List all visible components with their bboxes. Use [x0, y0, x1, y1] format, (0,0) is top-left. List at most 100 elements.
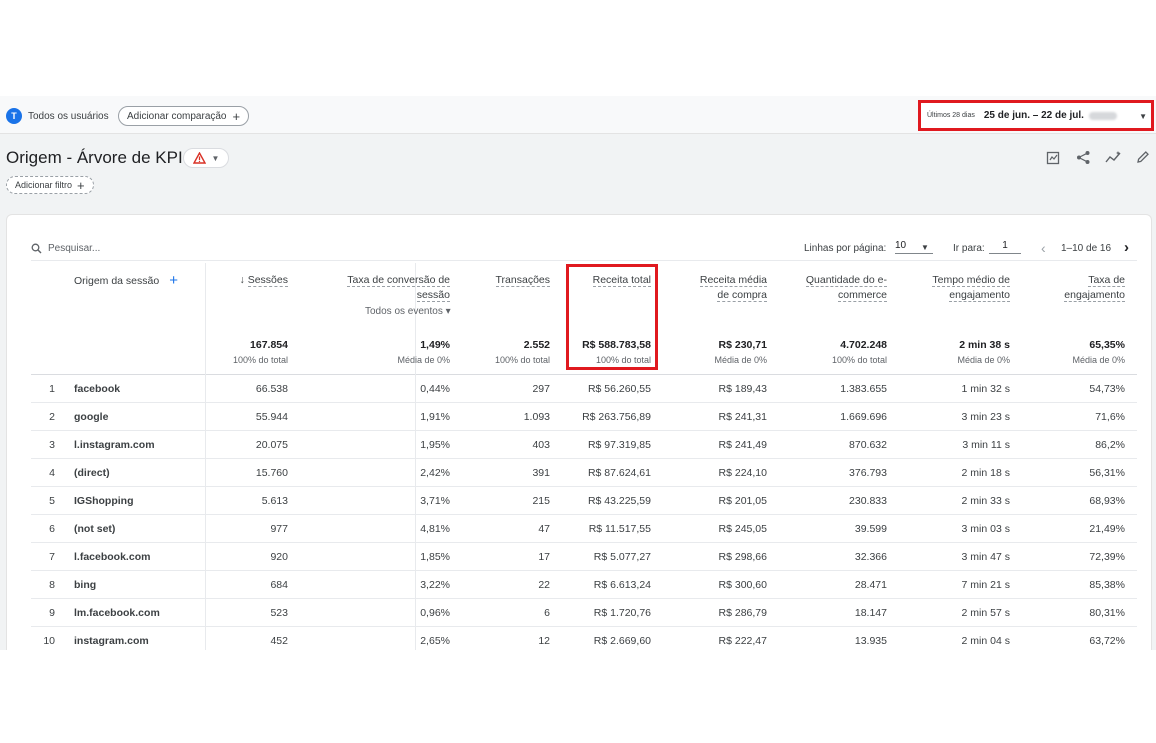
row-index: 6	[49, 523, 55, 535]
table-row[interactable]: 9 lm.facebook.com 523 0,96% 6 R$ 1.720,76 R$ 2…	[31, 599, 1137, 627]
data-table: Origem da sessão + ↓ Sessões 167.854 100% …	[31, 263, 1137, 650]
row-index: 10	[43, 635, 55, 647]
goto-page-input[interactable]: 1	[989, 240, 1021, 254]
pencil-icon[interactable]	[1134, 148, 1152, 166]
insights-icon[interactable]	[1104, 148, 1122, 166]
column-header[interactable]: ↓ Sessões	[213, 273, 288, 288]
report-tools	[1044, 148, 1152, 166]
cell-value: 18.147	[854, 607, 887, 619]
row-index: 1	[49, 383, 55, 395]
caret-down-icon: ▼	[921, 243, 929, 252]
cell-value: R$ 43.225,59	[587, 495, 651, 507]
column-header[interactable]: Quantidade do e-commerce	[791, 273, 887, 303]
cell-value: 80,31%	[1089, 607, 1125, 619]
warning-dropdown[interactable]: ▼	[183, 148, 229, 168]
cell-value: R$ 1.720,76	[593, 607, 651, 619]
cell-value: 0,44%	[420, 383, 450, 395]
plus-icon: +	[232, 108, 241, 124]
cell-value: R$ 56.260,55	[587, 383, 651, 395]
edit-report-icon[interactable]	[1044, 148, 1062, 166]
cell-value: 684	[270, 579, 288, 591]
cell-value: 32.366	[854, 551, 887, 563]
add-filter-button[interactable]: Adicionar filtro +	[6, 176, 94, 194]
cell-value: 977	[270, 523, 288, 535]
table-row[interactable]: 6 (not set) 977 4,81% 47 R$ 11.517,55 R$ 245,0…	[31, 515, 1137, 543]
column-total-percent: 100% do total	[831, 355, 887, 365]
page-title: Origem - Árvore de KPI	[6, 148, 183, 167]
cell-value: 2 min 33 s	[961, 495, 1010, 507]
column-total: 2 min 38 s	[959, 339, 1010, 351]
column-header[interactable]: Tempo médio de engajamento	[911, 273, 1010, 303]
cell-value: 28.471	[854, 579, 887, 591]
date-range-label: 25 de jun. – 22 de jul.	[983, 110, 1084, 121]
cell-value: 1.383.655	[840, 383, 887, 395]
report-header: Origem - Árvore de KPI ▼ Adicionar filtr…	[0, 134, 1156, 214]
report-card: Pesquisar... Linhas por página: 10 ▼ Ir …	[6, 214, 1152, 650]
table-row[interactable]: 3 l.instagram.com 20.075 1,95% 403 R$ 97.319,…	[31, 431, 1137, 459]
add-dimension-icon[interactable]: +	[169, 273, 178, 288]
cell-value: R$ 97.319,85	[587, 439, 651, 451]
table-row[interactable]: 2 google 55.944 1,91% 1.093 R$ 263.756,89 R$ 2…	[31, 403, 1137, 431]
column-header[interactable]: Transações	[477, 273, 550, 288]
cell-value: 86,2%	[1095, 439, 1125, 451]
cell-value: 72,39%	[1089, 551, 1125, 563]
cell-value: 2 min 18 s	[961, 467, 1010, 479]
session-source: google	[74, 411, 109, 423]
add-comparison-label: Adicionar comparação	[127, 110, 227, 122]
cell-value: 920	[270, 551, 288, 563]
table-row[interactable]: 8 bing 684 3,22% 22 R$ 6.613,24 R$ 300,60 28.47…	[31, 571, 1137, 599]
cell-value: 215	[532, 495, 550, 507]
row-index: 7	[49, 551, 55, 563]
caret-down-icon: ▼	[211, 153, 220, 163]
dimension-header[interactable]: Origem da sessão +	[74, 273, 178, 288]
session-source: l.facebook.com	[74, 551, 151, 563]
session-source: (direct)	[74, 467, 110, 479]
cell-value: 376.793	[849, 467, 887, 479]
previous-page-icon[interactable]: ‹	[1041, 240, 1046, 256]
row-index: 3	[49, 439, 55, 451]
cell-value: 0,96%	[420, 607, 450, 619]
column-header[interactable]: Receita total	[571, 273, 651, 288]
table-row[interactable]: 1 facebook 66.538 0,44% 297 R$ 56.260,55 R$ 18…	[31, 375, 1137, 403]
next-page-icon[interactable]: ›	[1124, 239, 1129, 256]
user-segment-chip[interactable]: T Todos os usuários	[6, 106, 109, 126]
cell-value: R$ 6.613,24	[593, 579, 651, 591]
session-source: IGShopping	[74, 495, 134, 507]
dimension-header-label: Origem da sessão	[74, 274, 160, 287]
cell-value: 7 min 21 s	[961, 579, 1010, 591]
date-range-picker[interactable]: Últimos 28 dias 25 de jun. – 22 de jul. …	[918, 100, 1154, 131]
search-input[interactable]: Pesquisar...	[31, 243, 100, 254]
share-icon[interactable]	[1074, 148, 1092, 166]
table-row[interactable]: 7 l.facebook.com 920 1,85% 17 R$ 5.077,27 R$ 2…	[31, 543, 1137, 571]
cell-value: 68,93%	[1089, 495, 1125, 507]
cell-value: 3 min 03 s	[961, 523, 1010, 535]
table-row[interactable]: 5 IGShopping 5.613 3,71% 215 R$ 43.225,59 R$ 2…	[31, 487, 1137, 515]
cell-value: R$ 245,05	[718, 523, 767, 535]
cell-value: 391	[532, 467, 550, 479]
cell-value: R$ 241,49	[718, 439, 767, 451]
table-row[interactable]: 10 instagram.com 452 2,65% 12 R$ 2.669,60 R$ 2…	[31, 627, 1137, 650]
cell-value: 2,65%	[420, 635, 450, 647]
cell-value: 63,72%	[1089, 635, 1125, 647]
cell-value: 54,73%	[1089, 383, 1125, 395]
user-segment-label: Todos os usuários	[28, 110, 109, 122]
column-header[interactable]: Receita média de compra	[685, 273, 767, 303]
table-row[interactable]: 4 (direct) 15.760 2,42% 391 R$ 87.624,61 R$ 22…	[31, 459, 1137, 487]
cell-value: 21,49%	[1089, 523, 1125, 535]
add-comparison-button[interactable]: Adicionar comparação +	[118, 106, 250, 126]
event-filter-select[interactable]: Todos os eventos ▾	[365, 306, 451, 317]
column-header[interactable]: Taxa de conversão de sessão	[316, 273, 450, 303]
cell-value: R$ 11.517,55	[588, 523, 651, 535]
column-header[interactable]: Taxa de engajamento	[1041, 273, 1125, 303]
session-source: l.instagram.com	[74, 439, 155, 451]
session-source: lm.facebook.com	[74, 607, 160, 619]
cell-value: R$ 286,79	[718, 607, 767, 619]
row-index: 9	[49, 607, 55, 619]
cell-value: 1.093	[523, 411, 550, 423]
cell-value: R$ 189,43	[718, 383, 767, 395]
cell-value: 47	[538, 523, 550, 535]
goto-label: Ir para:	[953, 243, 985, 254]
top-bar: T Todos os usuários Adicionar comparação…	[0, 96, 1156, 134]
table-header: Origem da sessão + ↓ Sessões 167.854 100% …	[31, 263, 1137, 650]
cell-value: 66.538	[255, 383, 288, 395]
